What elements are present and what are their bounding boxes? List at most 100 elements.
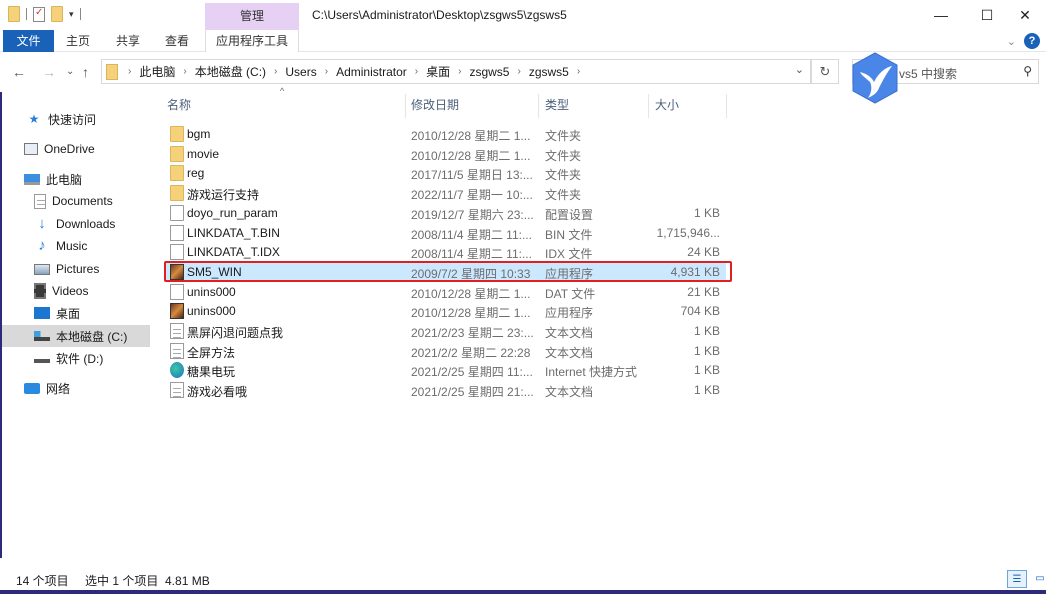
file-modified-date: 2017/11/5 星期日 13:... [411, 168, 533, 183]
chevron-right-icon[interactable]: › [183, 66, 186, 77]
sidebar-item-local-disk-c[interactable]: 本地磁盘 (C:) [2, 325, 150, 347]
forward-button[interactable]: → [42, 64, 56, 80]
address-bar[interactable]: › 此电脑 › 本地磁盘 (C:) › Users › Administrato… [101, 59, 811, 84]
sidebar-item-videos[interactable]: Videos [2, 280, 150, 302]
up-button[interactable]: ↑ [82, 64, 89, 80]
chevron-right-icon[interactable]: › [517, 66, 520, 77]
music-icon: ♪ [38, 237, 46, 254]
file-row[interactable]: doyo_run_param 2019/12/7 星期六 23:... 配置设置 1 … [166, 203, 726, 223]
file-name: movie [187, 146, 220, 161]
file-row[interactable]: reg 2017/11/5 星期日 13:... 文件夹 [166, 163, 726, 183]
star-icon: ★ [28, 112, 40, 126]
breadcrumb-zgsws5[interactable]: zgsws5 [529, 65, 569, 79]
sidebar-item-label: Pictures [56, 262, 100, 276]
column-divider[interactable] [726, 94, 727, 118]
file-name: 黑屏闪退问题点我 [187, 326, 284, 340]
file-size: 1 KB [693, 383, 720, 398]
file-type: 文件夹 [545, 129, 582, 143]
file-name: LINKDATA_T.BIN [187, 225, 280, 240]
chevron-right-icon[interactable]: › [458, 66, 461, 77]
window-title-path: C:\Users\Administrator\Desktop\zsgws5\zg… [312, 8, 567, 22]
file-row[interactable]: 全屏方法 2021/2/2 星期二 22:28 文本文档 1 KB [166, 341, 726, 361]
sidebar-item-documents[interactable]: Documents [2, 190, 150, 212]
file-row[interactable]: LINKDATA_T.IDX 2008/11/4 星期二 11:... IDX 文件… [166, 242, 726, 262]
breadcrumb-this-pc[interactable]: 此电脑 [139, 63, 175, 80]
chevron-right-icon[interactable]: › [415, 66, 418, 77]
expand-ribbon-icon[interactable]: ⌄ [1007, 35, 1016, 48]
details-view-button[interactable]: ☰ [1007, 570, 1027, 588]
close-icon: ✕ [1019, 7, 1031, 23]
sidebar-item-music[interactable]: ♪ Music [2, 235, 150, 257]
file-name: 糖果电玩 [187, 365, 236, 380]
file-size: 1 KB [693, 205, 720, 220]
file-row[interactable]: 糖果电玩 2021/2/25 星期四 11:... Internet 快捷方式 1 K… [166, 360, 726, 380]
column-divider[interactable] [648, 94, 649, 118]
large-icons-view-button[interactable]: ▭ [1030, 570, 1046, 588]
file-row[interactable]: 游戏运行支持 2022/11/7 星期一 10:... 文件夹 [166, 183, 726, 203]
file-row[interactable]: movie 2010/12/28 星期二 1... 文件夹 [166, 144, 726, 164]
file-row[interactable]: unins000 2010/12/28 星期二 1... DAT 文件 21 KB [166, 282, 726, 302]
sidebar-item-this-pc[interactable]: 此电脑 [2, 168, 150, 190]
column-header-size[interactable]: 大小 [655, 92, 725, 118]
sidebar-item-label: 桌面 [56, 306, 81, 321]
file-row[interactable]: bgm 2010/12/28 星期二 1... 文件夹 [166, 124, 726, 144]
chevron-right-icon[interactable]: › [577, 66, 580, 77]
sidebar-item-label: 网络 [46, 381, 71, 396]
sidebar-item-network[interactable]: 网络 [2, 377, 150, 399]
chevron-right-icon[interactable]: › [325, 66, 328, 77]
downloads-icon: ↓ [38, 215, 46, 232]
tab-file[interactable]: 文件 [3, 30, 54, 52]
file-row[interactable]: unins000 2010/12/28 星期二 1... 应用程序 704 KB [166, 301, 726, 321]
sidebar-item-downloads[interactable]: ↓ Downloads [2, 213, 150, 235]
breadcrumb-desktop[interactable]: 桌面 [426, 63, 450, 80]
file-modified-date: 2019/12/7 星期六 23:... [411, 207, 534, 222]
quick-access-toolbar: ▾ [8, 6, 81, 22]
breadcrumb-zsgws5[interactable]: zsgws5 [469, 65, 509, 79]
chevron-right-icon[interactable]: › [274, 66, 277, 77]
application-icon [170, 303, 184, 320]
properties-icon[interactable] [33, 6, 45, 22]
column-header-date[interactable]: 修改日期 [411, 92, 539, 118]
back-button[interactable]: ← [12, 64, 26, 80]
file-row[interactable]: LINKDATA_T.BIN 2008/11/4 星期二 11:... BIN 文件… [166, 223, 726, 243]
file-row[interactable]: 黑屏闪退问题点我 2021/2/23 星期二 23:... 文本文档 1 KB [166, 321, 726, 341]
file-size: 1 KB [693, 324, 720, 338]
sidebar-item-drive-d[interactable]: 软件 (D:) [2, 347, 150, 369]
file-type: IDX 文件 [545, 247, 593, 262]
sidebar-item-quick-access[interactable]: ★ 快速访问 [2, 108, 150, 130]
file-row[interactable]: 游戏必看哦 2021/2/25 星期四 21:... 文本文档 1 KB [166, 380, 726, 400]
column-header-type[interactable]: 类型 [545, 92, 645, 118]
refresh-button[interactable]: ↻ [811, 59, 839, 84]
tab-share[interactable]: 共享 [108, 30, 148, 52]
sidebar-item-onedrive[interactable]: OneDrive [2, 138, 150, 160]
sidebar-item-label: OneDrive [44, 142, 95, 156]
chevron-right-icon[interactable]: › [128, 66, 131, 77]
close-button[interactable]: ✕ [1002, 4, 1046, 26]
file-name: SM5_WIN [187, 264, 242, 279]
tab-application-tools[interactable]: 应用程序工具 [205, 30, 299, 52]
item-count: 14 个项目 [16, 574, 69, 588]
file-row[interactable]: SM5_WIN 2009/7/2 星期四 10:33 应用程序 4,931 KB [166, 261, 726, 282]
search-icon[interactable]: ⚲ [1023, 64, 1032, 78]
column-divider[interactable] [405, 94, 406, 118]
tab-home[interactable]: 主页 [58, 30, 98, 52]
address-history-dropdown-icon[interactable]: ⌄ [795, 63, 804, 76]
search-placeholder: vs5 中搜索 [899, 67, 958, 81]
customize-toolbar-dropdown-icon[interactable]: ▾ [69, 9, 74, 20]
column-divider[interactable] [538, 94, 539, 118]
column-header-name[interactable]: 名称 [167, 92, 405, 118]
file-list: ^ 名称 修改日期 类型 大小 bgm 2010/12/28 星期二 1... 文件… [160, 86, 1046, 558]
breadcrumb-drive-c[interactable]: 本地磁盘 (C:) [195, 63, 266, 80]
file-modified-date: 2010/12/28 星期二 1... [411, 148, 531, 163]
recent-locations-button[interactable]: ⌄ [66, 66, 74, 77]
breadcrumb-users[interactable]: Users [285, 65, 316, 79]
tab-view[interactable]: 查看 [157, 30, 197, 52]
sidebar-item-pictures[interactable]: Pictures [2, 258, 150, 280]
new-folder-icon[interactable] [51, 6, 63, 22]
breadcrumb-administrator[interactable]: Administrator [336, 65, 407, 79]
sidebar-item-desktop[interactable]: 桌面 [2, 302, 150, 324]
manage-context-tab[interactable]: 管理 [205, 3, 299, 30]
file-name: reg [187, 166, 205, 181]
help-icon[interactable]: ? [1024, 33, 1040, 49]
minimize-button[interactable]: — [918, 4, 964, 26]
